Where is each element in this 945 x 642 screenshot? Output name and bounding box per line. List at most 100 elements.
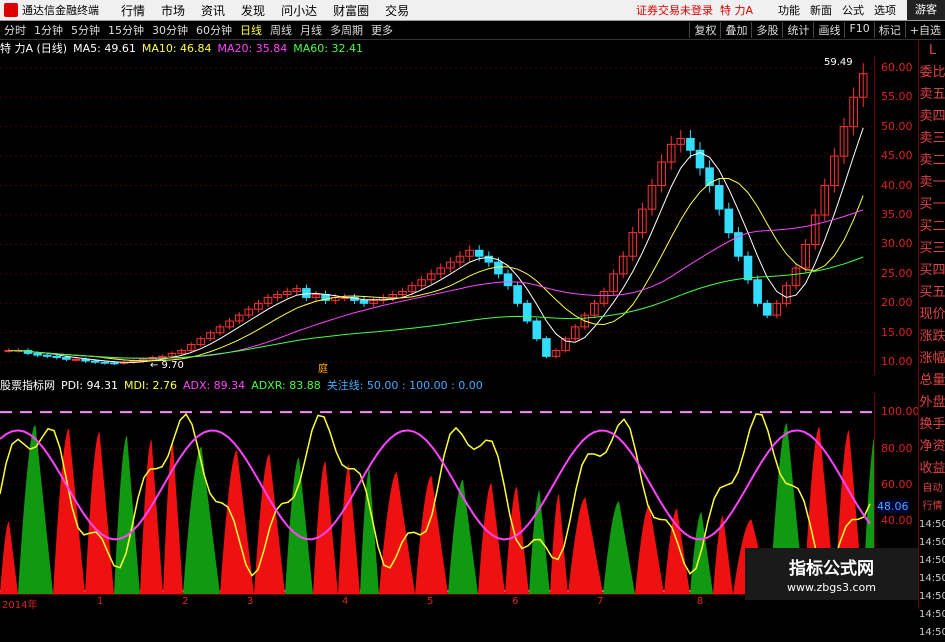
indicator-axis-label: 100.00 [881,405,920,419]
ma20-label: MA20: 35.84 [217,41,288,55]
menu-item-quotes[interactable]: 行情 [113,2,153,19]
sidebar-item[interactable]: 换手 [919,414,945,436]
watermark-url: www.zbgs3.com [787,581,876,594]
candle-body [503,273,513,287]
adx-label: ADX: 89.34 [182,378,246,392]
indicator-info-line: 股票指标网 PDI: 94.31 MDI: 2.76 ADX: 89.34 AD… [0,377,489,393]
indicator-area [360,468,379,594]
stats-button[interactable]: 统计 [782,22,813,38]
sidebar-item[interactable]: 买一 [919,194,945,216]
menu-formula[interactable]: 公式 [837,2,869,18]
sidebar-time-item: 14:50 [919,591,945,602]
price-axis-label: 50.00 [881,119,913,133]
price-axis-label: 15.00 [881,325,913,339]
indicator-area [313,461,338,594]
indicator-area [53,428,85,594]
sidebar-time-item: 14:50 [919,519,945,530]
tab-15min[interactable]: 15分钟 [104,22,148,38]
price-axis-label: 60.00 [881,60,913,74]
login-status: 证券交易未登录 特 力A [635,4,753,17]
restore-right-button[interactable]: 复权 [689,22,720,38]
overlay-button[interactable]: 叠加 [720,22,751,38]
ma10-line [8,177,864,362]
menu-item-news[interactable]: 资讯 [193,2,233,19]
indicator-area [254,454,285,594]
price-chart[interactable]: 59.49 ← 9.70 庭 [0,56,874,374]
draw-line-button[interactable]: 画线 [813,22,844,38]
tab-1min[interactable]: 1分钟 [30,22,67,38]
tab-5min[interactable]: 5分钟 [67,22,104,38]
ma20-line [8,209,864,359]
sidebar-item[interactable]: 卖四 [919,106,945,128]
indicator-axis-label: 80.00 [881,441,913,455]
tab-daily[interactable]: 日线 [236,22,266,38]
candle-body [71,358,81,361]
sidebar-item[interactable]: 总量 [919,370,945,392]
sidebar-item[interactable]: 买四 [919,260,945,282]
indicator-area [568,497,603,594]
sidebar-item[interactable]: 涨幅 [919,348,945,370]
menu-item-market[interactable]: 市场 [153,2,193,19]
quote-sidebar: L 委比 卖五 卖四 卖三 卖二 卖一 买一 买二 买三 买四 买五 现价 涨跌 涨幅 总量 外盘 换手 净资 收益… [918,40,945,638]
menu-function[interactable]: 功能 [773,2,805,18]
mark-button[interactable]: 标记 [873,22,905,38]
multi-stock-button[interactable]: 多股 [751,22,782,38]
sidebar-time-item: 行情 [922,501,943,512]
sidebar-item[interactable]: 外盘 [919,392,945,414]
tab-monthly[interactable]: 月线 [296,22,326,38]
indicator-area [635,504,664,594]
sidebar-item[interactable]: 收益 [919,458,945,480]
sidebar-item[interactable]: 涨跌 [919,326,945,348]
candle-body [81,358,90,362]
sidebar-item[interactable]: 买三 [919,238,945,260]
sidebar-item[interactable]: 买五 [919,282,945,304]
indicator-area [338,464,360,594]
tab-intraday[interactable]: 分时 [0,22,30,38]
sidebar-time-item: 14:50 [919,537,945,548]
candle-body [513,285,522,304]
sidebar-item[interactable]: 卖五 [919,84,945,106]
sidebar-item[interactable]: 卖三 [919,128,945,150]
sidebar-item[interactable]: 委比 [919,62,945,84]
candle-body [90,360,100,363]
price-info-line: 特 力A (日线) MA5: 49.61 MA10: 46.84 MA20: 3… [0,40,369,56]
time-axis-label: 7 [597,596,604,607]
guest-button[interactable]: 游客 [907,0,945,20]
candle-body [542,338,551,357]
f10-button[interactable]: F10 [844,22,873,38]
candle-body [494,261,503,275]
time-axis-label: 2 [182,596,189,607]
focus-line-label: 关注线: 50.00 : 100.00 : 0.00 [326,379,483,392]
indicator-chart[interactable] [0,394,874,594]
sidebar-item[interactable]: 净资 [919,436,945,458]
menu-item-trade[interactable]: 交易 [377,2,417,19]
indicator-area [183,446,220,594]
sidebar-item[interactable]: 现价 [919,304,945,326]
sidebar-item[interactable]: 卖一 [919,172,945,194]
add-watchlist-button[interactable]: +自选 [904,22,945,38]
sidebar-top: L [928,43,937,58]
price-axis-label: 30.00 [881,237,913,251]
tab-multi-period[interactable]: 多周期 [326,22,367,38]
menu-item-ask[interactable]: 问小达 [273,2,325,19]
tab-weekly[interactable]: 周线 [266,22,296,38]
indicator-area [220,450,254,594]
watermark-title: 指标公式网 [789,559,874,579]
menu-options[interactable]: 选项 [869,2,901,18]
sidebar-item[interactable]: 卖二 [919,150,945,172]
menu-new-page[interactable]: 新面 [805,2,837,18]
price-axis: 60.00 55.00 50.00 45.00 40.00 35.00 30.00 25.00… [874,56,919,374]
candle-body [743,255,753,281]
tab-more[interactable]: 更多 [367,22,397,38]
candle-body [110,362,119,365]
menu-item-wealth[interactable]: 财富圈 [325,2,377,19]
tab-60min[interactable]: 60分钟 [192,22,236,38]
sidebar-time-item: 14:50 [919,627,945,638]
tab-30min[interactable]: 30分钟 [148,22,192,38]
candle-body [714,185,724,210]
menu-item-discover[interactable]: 发现 [233,2,273,19]
candle-body [302,288,311,298]
app-title: 通达信金融终端 [22,4,99,17]
sidebar-item[interactable]: 买二 [919,216,945,238]
ma10-label: MA10: 46.84 [141,41,212,55]
